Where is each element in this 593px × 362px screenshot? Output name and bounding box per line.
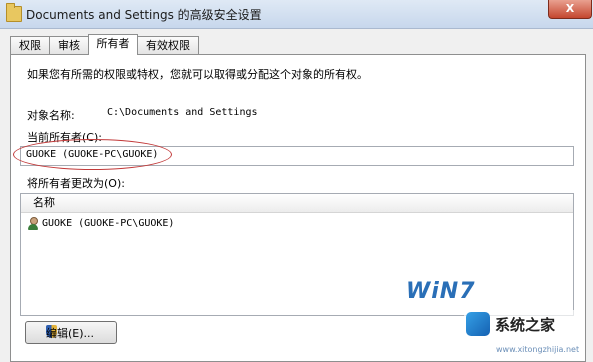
watermark-site-name: 系统之家 <box>495 316 556 334</box>
object-name-value: C:\Documents and Settings <box>107 107 258 118</box>
tab-auditing[interactable]: 审核 <box>49 36 89 54</box>
owner-listbox[interactable]: 名称 GUOKE (GUOKE-PC\GUOKE) <box>20 193 574 316</box>
tab-owner[interactable]: 所有者 <box>88 34 138 55</box>
tab-effective-permissions[interactable]: 有效权限 <box>137 36 199 54</box>
name-column-header[interactable]: 名称 <box>21 194 573 213</box>
house-icon <box>466 312 490 336</box>
current-owner-value: GUOKE (GUOKE-PC\GUOKE) <box>26 149 159 160</box>
name-column-label: 名称 <box>33 196 55 209</box>
owner-description: 如果您有所需的权限或特权，您就可以取得或分配这个对象的所有权。 <box>27 68 368 81</box>
watermark-url: www.xitongzhijia.net <box>496 345 580 354</box>
object-name-label: 对象名称: <box>27 109 75 122</box>
close-button[interactable]: X <box>548 0 592 19</box>
title-bar: Documents and Settings 的高级安全设置 X <box>0 0 593 29</box>
edit-button-label: 编辑(E)... <box>46 327 95 340</box>
list-item-name: GUOKE (GUOKE-PC\GUOKE) <box>42 218 175 229</box>
current-owner-field[interactable]: GUOKE (GUOKE-PC\GUOKE) <box>20 146 574 166</box>
watermark-logo: WiN7 <box>406 279 476 304</box>
window-title: Documents and Settings 的高级安全设置 <box>26 8 262 22</box>
change-owner-label: 将所有者更改为(O): <box>27 177 125 190</box>
current-owner-label: 当前所有者(C): <box>27 131 102 144</box>
tab-permissions[interactable]: 权限 <box>10 36 50 54</box>
user-icon <box>27 217 39 231</box>
edit-button[interactable]: 编辑(E)... <box>25 321 117 344</box>
folder-icon <box>6 3 22 22</box>
watermark-site: 系统之家 <box>464 310 584 338</box>
